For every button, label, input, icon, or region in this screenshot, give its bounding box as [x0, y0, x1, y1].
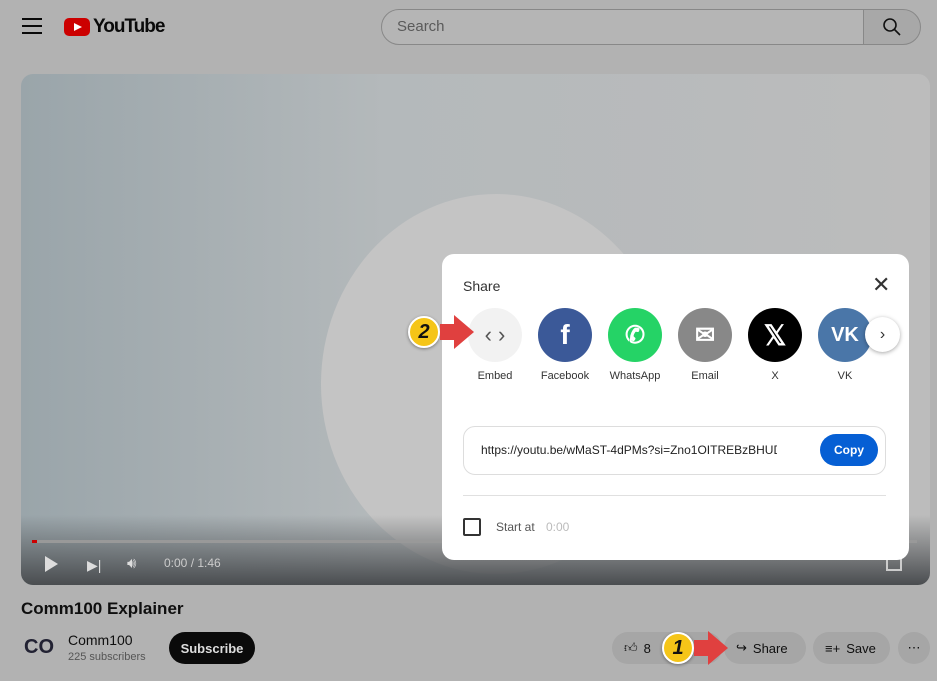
play-icon[interactable]: [45, 556, 58, 572]
step-badge: 2: [408, 316, 440, 348]
search-button[interactable]: [863, 9, 921, 45]
annotation-step-1: 1: [662, 631, 728, 665]
share-whatsapp[interactable]: ✆ WhatsApp: [600, 308, 670, 382]
youtube-play-icon: [64, 18, 90, 36]
save-label: Save: [846, 640, 876, 656]
next-targets-button[interactable]: ›: [865, 317, 900, 352]
target-label: VK: [837, 370, 853, 382]
target-label: WhatsApp: [609, 370, 661, 382]
share-icon: ↪: [736, 640, 747, 655]
volume-icon[interactable]: 🔊︎: [127, 555, 136, 572]
thumbs-up-icon: 👍︎: [624, 640, 638, 655]
youtube-logo[interactable]: YouTube: [64, 16, 165, 38]
share-url[interactable]: https://youtu.be/wMaST-4dPMs?si=Zno1OITR…: [481, 443, 777, 457]
start-at-input[interactable]: 0:00: [546, 520, 569, 534]
arrow: [694, 640, 708, 656]
arrow: [440, 324, 454, 340]
share-email[interactable]: ✉ Email: [670, 308, 740, 382]
close-icon[interactable]: ✕: [872, 272, 890, 298]
start-at-checkbox[interactable]: [463, 518, 481, 536]
x-icon: 𝕏: [748, 308, 802, 362]
vk-icon: VK: [818, 308, 872, 362]
next-icon[interactable]: ▶|: [87, 557, 101, 574]
playlist-add-icon: ≡+: [825, 640, 841, 656]
search-input[interactable]: Search: [381, 9, 864, 45]
target-label: Embed: [477, 370, 513, 382]
share-button[interactable]: ↪ Share: [724, 632, 806, 664]
target-label: Facebook: [540, 370, 590, 382]
share-x[interactable]: 𝕏X: [740, 308, 810, 382]
logo-text: YouTube: [93, 16, 165, 37]
chevron-right-icon: ›: [879, 325, 886, 343]
subscribe-button[interactable]: Subscribe: [169, 632, 255, 664]
facebook-icon: f: [538, 308, 592, 362]
channel-avatar[interactable]: CO: [24, 636, 54, 659]
more-icon: ⋯: [907, 640, 921, 655]
dialog-title: Share: [463, 278, 501, 294]
copy-button[interactable]: Copy: [820, 434, 878, 466]
embed-icon: ‹ ›: [468, 308, 522, 362]
start-at-label: Start at: [496, 520, 535, 534]
channel-name[interactable]: Comm100: [68, 632, 133, 648]
subscriber-count: 225 subscribers: [68, 651, 146, 663]
annotation-step-2: 2: [408, 315, 474, 349]
email-icon: ✉: [678, 308, 732, 362]
share-url-box: https://youtu.be/wMaST-4dPMs?si=Zno1OITR…: [463, 426, 886, 475]
like-count: 8: [643, 640, 651, 656]
divider: [463, 495, 886, 496]
share-label: Share: [752, 640, 788, 656]
menu-button[interactable]: [22, 18, 42, 34]
target-label: Email: [691, 370, 719, 382]
whatsapp-icon: ✆: [608, 308, 662, 362]
video-time: 0:00 / 1:46: [164, 556, 221, 570]
video-title: Comm100 Explainer: [21, 599, 184, 618]
save-button[interactable]: ≡+ Save: [813, 632, 890, 664]
arrow-head: [708, 631, 728, 665]
search-icon: [883, 18, 901, 36]
share-facebook[interactable]: f Facebook: [530, 308, 600, 382]
target-label: X: [771, 370, 779, 382]
step-badge: 1: [662, 632, 694, 664]
arrow-head: [454, 315, 474, 349]
more-button[interactable]: ⋯: [898, 632, 930, 664]
share-dialog: Share ✕ ‹ › Embed f Facebook ✆ WhatsApp ✉ Em…: [442, 254, 909, 560]
